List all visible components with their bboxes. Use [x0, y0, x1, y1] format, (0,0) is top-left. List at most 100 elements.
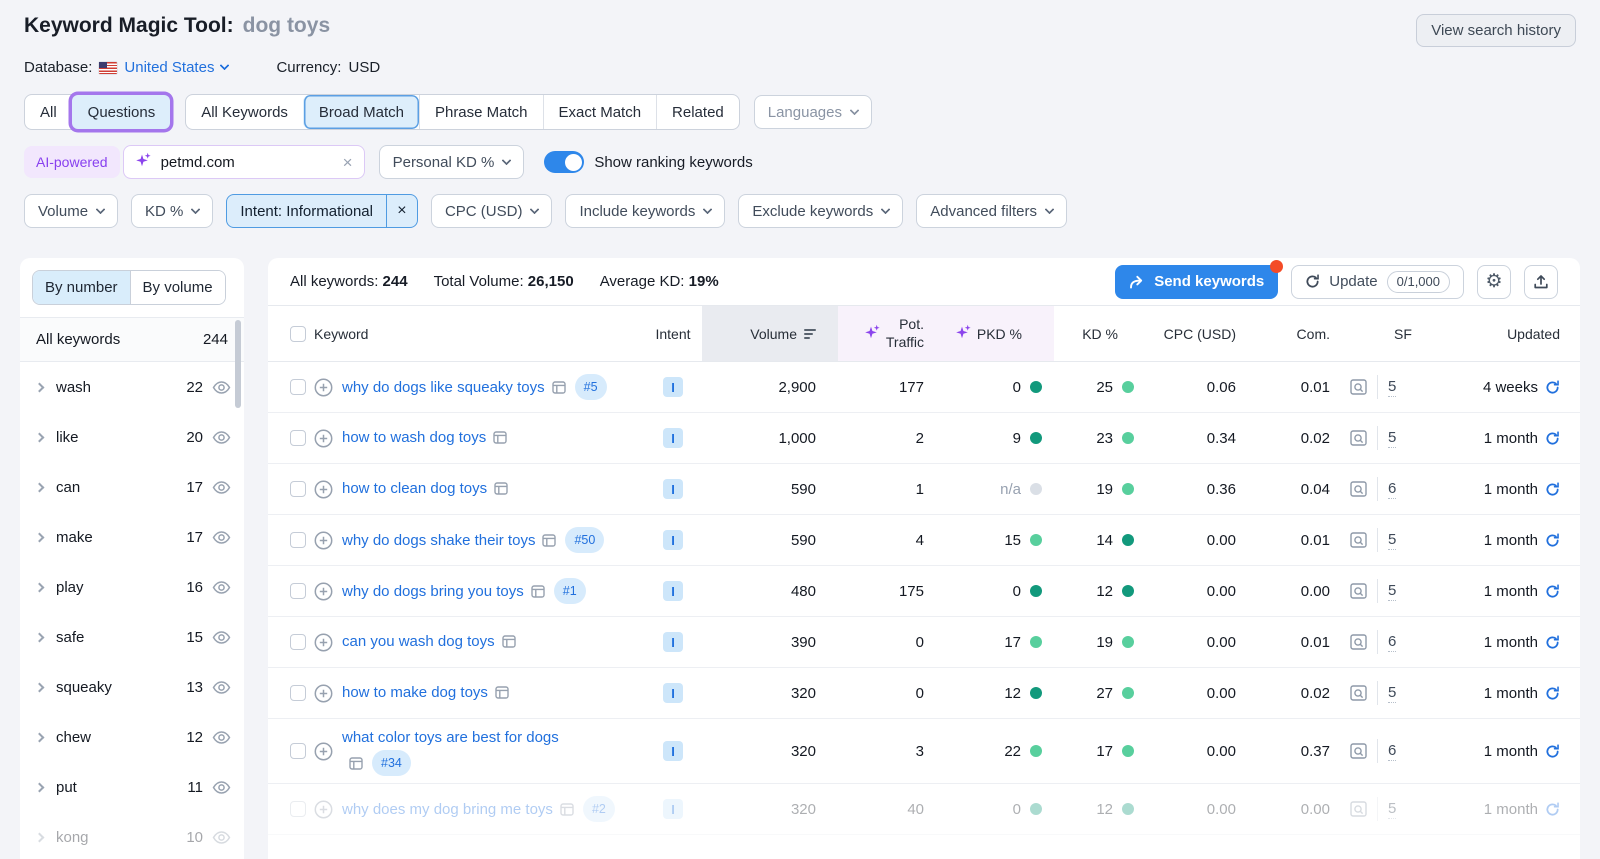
keyword-link[interactable]: what color toys are best for dogs [342, 729, 559, 746]
row-checkbox[interactable] [290, 430, 306, 446]
refresh-icon[interactable] [1545, 584, 1560, 599]
keyword-group-item[interactable]: put 11 [20, 762, 244, 812]
add-keyword-icon[interactable] [314, 742, 333, 761]
personal-kd-dropdown[interactable]: Personal KD % [379, 145, 525, 179]
add-keyword-icon[interactable] [314, 531, 333, 550]
ranking-badge[interactable]: #5 [575, 374, 607, 400]
add-keyword-icon[interactable] [314, 633, 333, 652]
keyword-link[interactable]: why does my dog bring me toys [342, 801, 553, 818]
eye-icon[interactable] [212, 531, 231, 544]
row-checkbox[interactable] [290, 532, 306, 548]
row-checkbox[interactable] [290, 634, 306, 650]
serp-icon[interactable] [349, 757, 363, 770]
languages-dropdown[interactable]: Languages [754, 95, 872, 129]
chevron-right-icon[interactable] [35, 632, 45, 642]
intent-column-header[interactable]: Intent [644, 306, 702, 361]
intent-badge[interactable]: I [663, 530, 683, 550]
match-type-tab[interactable]: Related [656, 95, 739, 129]
refresh-icon[interactable] [1545, 482, 1560, 497]
export-button[interactable] [1524, 265, 1558, 299]
row-checkbox[interactable] [290, 379, 306, 395]
serp-preview-icon[interactable] [1350, 634, 1367, 650]
intent-badge[interactable]: I [663, 428, 683, 448]
intent-badge[interactable]: I [663, 479, 683, 499]
select-all-checkbox[interactable] [290, 326, 306, 342]
serp-icon[interactable] [560, 803, 574, 816]
chevron-right-icon[interactable] [35, 432, 45, 442]
serp-icon[interactable] [494, 482, 508, 495]
chevron-right-icon[interactable] [35, 382, 45, 392]
keyword-link[interactable]: why do dogs bring you toys [342, 583, 524, 600]
cpc-column-header[interactable]: CPC (USD) [1150, 306, 1262, 361]
serp-preview-icon[interactable] [1350, 801, 1367, 817]
add-keyword-icon[interactable] [314, 800, 333, 819]
filter-dropdown[interactable]: Include keywords [565, 194, 725, 228]
add-keyword-icon[interactable] [314, 378, 333, 397]
sf-count[interactable]: 6 [1388, 480, 1396, 499]
eye-icon[interactable] [212, 481, 231, 494]
chevron-right-icon[interactable] [35, 582, 45, 592]
eye-icon[interactable] [212, 731, 231, 744]
keyword-group-item[interactable]: like 20 [20, 412, 244, 462]
filter-dropdown[interactable]: Volume [24, 194, 118, 228]
refresh-icon[interactable] [1545, 686, 1560, 701]
sf-count[interactable]: 5 [1388, 800, 1396, 819]
ranking-badge[interactable]: #50 [565, 527, 604, 553]
eye-icon[interactable] [212, 781, 231, 794]
keyword-group-item[interactable]: safe 15 [20, 612, 244, 662]
eye-icon[interactable] [212, 681, 231, 694]
match-type-tab[interactable]: Exact Match [543, 95, 657, 129]
serp-preview-icon[interactable] [1350, 430, 1367, 446]
eye-icon[interactable] [212, 831, 231, 844]
keyword-column-header[interactable]: Keyword [314, 306, 644, 361]
row-checkbox[interactable] [290, 801, 306, 817]
serp-preview-icon[interactable] [1350, 532, 1367, 548]
keyword-group-item[interactable]: play 16 [20, 562, 244, 612]
intent-badge[interactable]: I [663, 741, 683, 761]
serp-icon[interactable] [542, 534, 556, 547]
keyword-group-item[interactable]: kong 10 [20, 812, 244, 859]
intent-badge[interactable]: I [663, 683, 683, 703]
eye-icon[interactable] [212, 581, 231, 594]
match-type-tab[interactable]: Broad Match [303, 95, 419, 129]
intent-badge[interactable]: I [663, 632, 683, 652]
sf-count[interactable]: 5 [1388, 378, 1396, 397]
filter-dropdown[interactable]: Advanced filters [916, 194, 1067, 228]
update-button[interactable]: Update 0/1,000 [1291, 265, 1464, 299]
eye-icon[interactable] [212, 431, 231, 444]
ranking-badge[interactable]: #34 [372, 750, 411, 776]
sf-count[interactable]: 6 [1388, 742, 1396, 761]
intent-badge[interactable]: I [663, 799, 683, 819]
refresh-icon[interactable] [1545, 744, 1560, 759]
serp-icon[interactable] [552, 381, 566, 394]
remove-filter-icon[interactable]: × [386, 195, 417, 227]
chevron-right-icon[interactable] [35, 682, 45, 692]
refresh-icon[interactable] [1545, 635, 1560, 650]
chevron-right-icon[interactable] [35, 532, 45, 542]
add-keyword-icon[interactable] [314, 429, 333, 448]
serp-icon[interactable] [495, 686, 509, 699]
sf-column-header[interactable]: SF [1336, 306, 1426, 361]
eye-icon[interactable] [212, 381, 231, 394]
filter-dropdown[interactable]: CPC (USD) [431, 194, 553, 228]
keyword-link[interactable]: how to make dog toys [342, 684, 488, 701]
refresh-icon[interactable] [1545, 380, 1560, 395]
filter-dropdown[interactable]: Exclude keywords [738, 194, 903, 228]
keyword-link[interactable]: how to clean dog toys [342, 480, 487, 497]
refresh-icon[interactable] [1545, 533, 1560, 548]
all-keywords-row[interactable]: All keywords 244 [20, 317, 244, 362]
serp-preview-icon[interactable] [1350, 743, 1367, 759]
sf-count[interactable]: 5 [1388, 531, 1396, 550]
chevron-right-icon[interactable] [35, 482, 45, 492]
sf-count[interactable]: 6 [1388, 633, 1396, 652]
sf-count[interactable]: 5 [1388, 429, 1396, 448]
keyword-group-item[interactable]: make 17 [20, 512, 244, 562]
keyword-link[interactable]: can you wash dog toys [342, 633, 495, 650]
ranking-badge[interactable]: #2 [583, 796, 615, 822]
filter-dropdown[interactable]: KD % [131, 194, 213, 228]
add-keyword-icon[interactable] [314, 480, 333, 499]
chevron-right-icon[interactable] [35, 782, 45, 792]
serp-preview-icon[interactable] [1350, 685, 1367, 701]
send-keywords-button[interactable]: Send keywords [1115, 265, 1278, 299]
add-keyword-icon[interactable] [314, 684, 333, 703]
